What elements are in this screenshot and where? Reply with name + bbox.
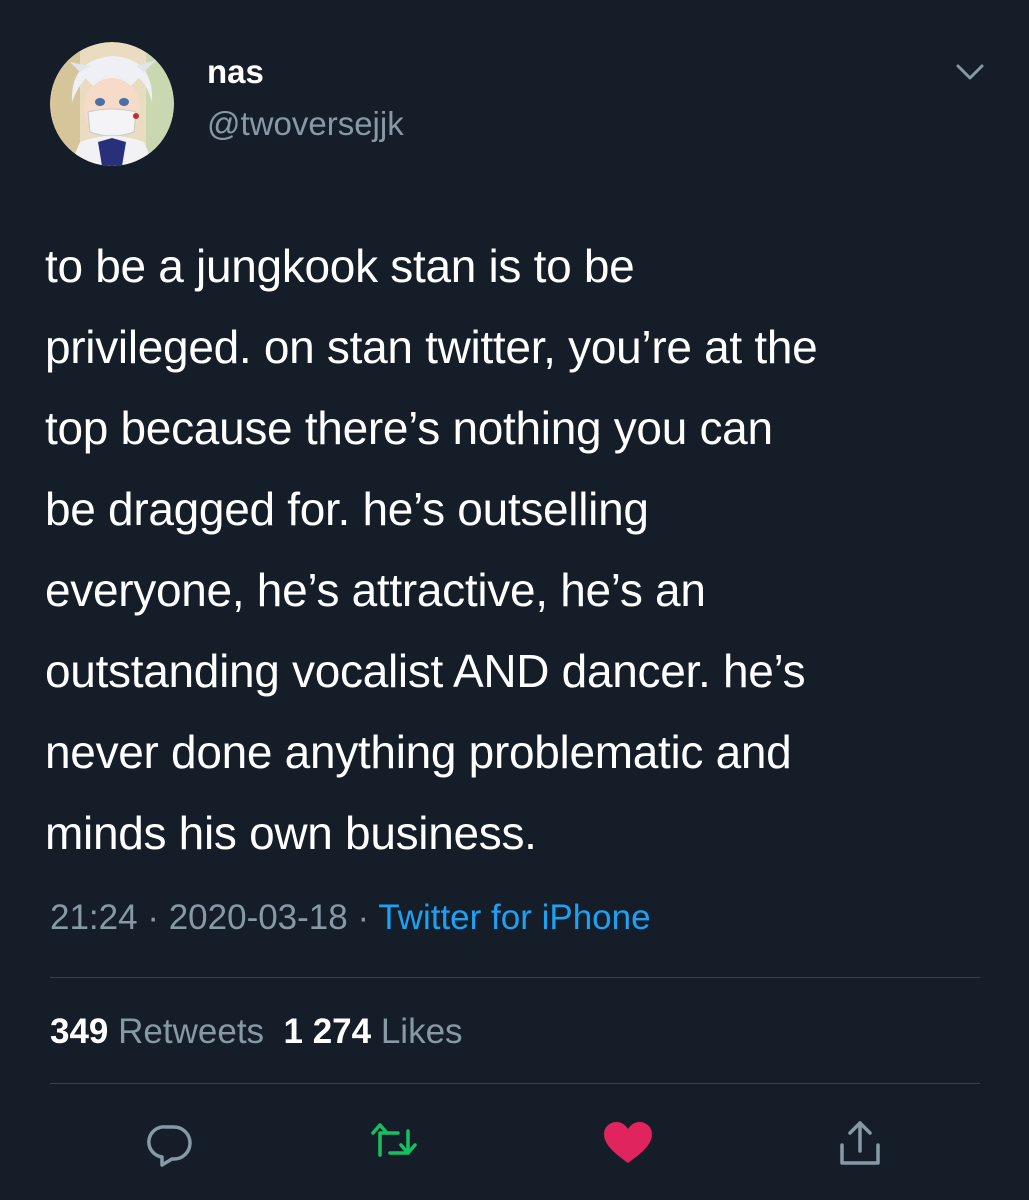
- tweet-text-line: top because there’s nothing you can: [45, 402, 773, 454]
- tweet-time: 21:24: [50, 898, 138, 937]
- retweets-label[interactable]: Retweets: [118, 1012, 264, 1051]
- chevron-down-icon[interactable]: [950, 58, 990, 86]
- tweet-source-link[interactable]: Twitter for iPhone: [378, 898, 650, 937]
- tweet-meta: 21:24 · 2020-03-18 · Twitter for iPhone: [50, 896, 651, 940]
- tweet-date: 2020-03-18: [168, 898, 348, 937]
- tweet-text-line: everyone, he’s attractive, he’s an: [45, 564, 706, 616]
- share-icon: [840, 1121, 880, 1165]
- user-handle[interactable]: @twoversejjk: [207, 104, 404, 144]
- tweet-text: to be a jungkook stan is to be privilege…: [45, 226, 995, 874]
- retweet-button[interactable]: [366, 1115, 422, 1171]
- tweet-text-line: minds his own business.: [45, 807, 537, 859]
- reply-icon: [147, 1125, 192, 1167]
- retweet-icon: [371, 1123, 417, 1157]
- like-button[interactable]: [600, 1115, 656, 1171]
- share-button[interactable]: [832, 1115, 888, 1171]
- likes-count[interactable]: 1 274: [284, 1012, 372, 1051]
- tweet-text-line: be dragged for. he’s outselling: [45, 483, 649, 535]
- likes-label[interactable]: Likes: [381, 1012, 463, 1051]
- reply-button[interactable]: [142, 1115, 198, 1171]
- tweet-text-line: never done anything problematic and: [45, 726, 792, 778]
- display-name[interactable]: nas: [207, 52, 264, 92]
- tweet-stats: 349 Retweets 1 274 Likes: [50, 1010, 463, 1054]
- divider: [50, 977, 980, 978]
- divider: [50, 1083, 980, 1084]
- tweet-text-line: privileged. on stan twitter, you’re at t…: [45, 321, 818, 373]
- tweet-text-line: outstanding vocalist AND dancer. he’s: [45, 645, 806, 697]
- like-icon: [604, 1122, 652, 1163]
- meta-separator: ·: [347, 898, 379, 937]
- tweet-detail: nas @twoversejjk to be a jungkook stan i…: [0, 0, 1029, 1200]
- avatar-image: [50, 42, 174, 166]
- tweet-text-line: to be a jungkook stan is to be: [45, 240, 635, 292]
- avatar[interactable]: [50, 42, 174, 166]
- retweets-count[interactable]: 349: [50, 1012, 108, 1051]
- meta-separator: ·: [137, 898, 169, 937]
